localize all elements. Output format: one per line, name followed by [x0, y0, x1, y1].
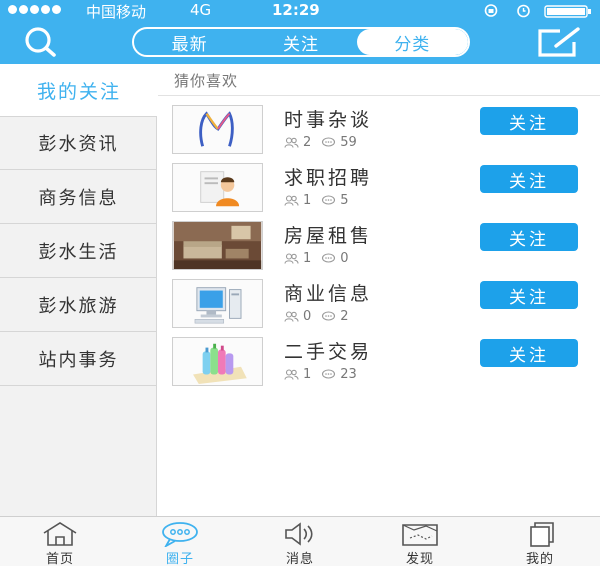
- comments-icon: [321, 253, 336, 264]
- tab-label: 首页: [45, 552, 74, 566]
- living-room-thumbnail: [172, 221, 263, 270]
- members-icon: [284, 253, 299, 264]
- comments-icon: [321, 137, 336, 148]
- post-count: 0: [340, 251, 349, 266]
- sidebar-item-my-follows[interactable]: 我的关注: [0, 64, 158, 116]
- group-stats: 2 59: [284, 135, 367, 150]
- status-bar: 中国移动 4G 12:29: [0, 0, 600, 21]
- tab-label: 消息: [285, 552, 314, 566]
- post-count: 59: [340, 135, 357, 150]
- sidebar-item-business[interactable]: 商务信息: [0, 170, 157, 224]
- sidebar-item-news[interactable]: 彭水资讯: [0, 116, 157, 170]
- battery-icon: [544, 4, 592, 18]
- member-count: 1: [303, 251, 312, 266]
- recommendations-panel: 猜你喜欢 时事杂谈 2 59 关注 求职招聘 1 5 关注 房屋租售 1 0 关…: [158, 64, 600, 516]
- member-count: 1: [303, 193, 312, 208]
- list-item[interactable]: 房屋租售 1 0 关注: [158, 221, 600, 279]
- comments-icon: [321, 195, 336, 206]
- members-icon: [284, 137, 299, 148]
- header: 中国移动 4G 12:29 最新 关注 分类: [0, 0, 600, 64]
- segment-latest[interactable]: 最新: [134, 29, 245, 55]
- follow-button[interactable]: 关注: [480, 107, 578, 135]
- group-stats: 1 5: [284, 193, 359, 208]
- group-stats: 0 2: [284, 309, 359, 324]
- segment-following[interactable]: 关注: [245, 29, 356, 55]
- job-seeker-thumbnail: [172, 163, 263, 212]
- computer-thumbnail: [172, 279, 263, 328]
- comments-icon: [321, 369, 336, 380]
- sidebar-item-life[interactable]: 彭水生活: [0, 224, 157, 278]
- group-stats: 1 23: [284, 367, 367, 382]
- tab-home[interactable]: 首页: [0, 517, 120, 566]
- member-count: 1: [303, 367, 312, 382]
- members-icon: [284, 195, 299, 206]
- member-count: 2: [303, 135, 312, 150]
- home-icon: [40, 521, 80, 547]
- network-type: 4G: [190, 1, 212, 19]
- bottom-tab-bar: 首页 圈子 消息 发现 我的: [0, 516, 600, 566]
- group-title: 房屋租售: [284, 225, 373, 247]
- category-sidebar: 我的关注 彭水资讯 商务信息 彭水生活 彭水旅游 站内事务: [0, 64, 158, 516]
- alarm-icon: [516, 3, 531, 18]
- compose-button[interactable]: [534, 26, 584, 60]
- group-title: 时事杂谈: [284, 109, 373, 131]
- compose-icon: [534, 27, 584, 64]
- list-item[interactable]: 二手交易 1 23 关注: [158, 337, 600, 395]
- group-stats: 1 0: [284, 251, 359, 266]
- tab-messages[interactable]: 消息: [240, 517, 360, 566]
- chat-bubble-icon: [160, 521, 200, 547]
- search-icon: [16, 27, 66, 64]
- profile-cards-icon: [520, 521, 560, 547]
- post-count: 5: [340, 193, 349, 208]
- post-count: 23: [340, 367, 357, 382]
- map-icon: [400, 521, 440, 547]
- app-screen: 中国移动 4G 12:29 最新 关注 分类 我的关注 彭水资讯 商务信息 彭水…: [0, 0, 600, 566]
- signal-strength-icon: [8, 5, 61, 14]
- follow-button[interactable]: 关注: [480, 281, 578, 309]
- member-count: 0: [303, 309, 312, 324]
- carrier-name: 中国移动: [86, 3, 147, 21]
- tab-discover[interactable]: 发现: [360, 517, 480, 566]
- segment-categories[interactable]: 分类: [356, 29, 468, 55]
- search-button[interactable]: [16, 26, 66, 60]
- tab-circles[interactable]: 圈子: [120, 517, 240, 566]
- sidebar-item-travel[interactable]: 彭水旅游: [0, 278, 157, 332]
- group-title: 求职招聘: [284, 167, 373, 189]
- members-icon: [284, 311, 299, 322]
- follow-button[interactable]: 关注: [480, 223, 578, 251]
- bottles-thumbnail: [172, 337, 263, 386]
- list-item[interactable]: 时事杂谈 2 59 关注: [158, 105, 600, 163]
- group-title: 二手交易: [284, 341, 373, 363]
- tab-profile[interactable]: 我的: [480, 517, 600, 566]
- sidebar-item-site-affairs[interactable]: 站内事务: [0, 332, 157, 386]
- section-divider: [158, 95, 600, 96]
- tab-label: 发现: [405, 552, 434, 566]
- group-title: 商业信息: [284, 283, 373, 305]
- tab-label: 圈子: [165, 552, 194, 566]
- category-segmented-control: 最新 关注 分类: [132, 27, 470, 57]
- post-count: 2: [340, 309, 349, 324]
- status-time: 12:29: [272, 1, 320, 19]
- follow-button[interactable]: 关注: [480, 339, 578, 367]
- list-item[interactable]: 求职招聘 1 5 关注: [158, 163, 600, 221]
- list-item[interactable]: 商业信息 0 2 关注: [158, 279, 600, 337]
- m-logo-thumbnail: [172, 105, 263, 154]
- members-icon: [284, 369, 299, 380]
- tab-label: 我的: [525, 552, 554, 566]
- comments-icon: [321, 311, 336, 322]
- rotation-lock-icon: [483, 3, 499, 17]
- follow-button[interactable]: 关注: [480, 165, 578, 193]
- section-title: 猜你喜欢: [174, 72, 239, 90]
- speaker-icon: [280, 521, 320, 547]
